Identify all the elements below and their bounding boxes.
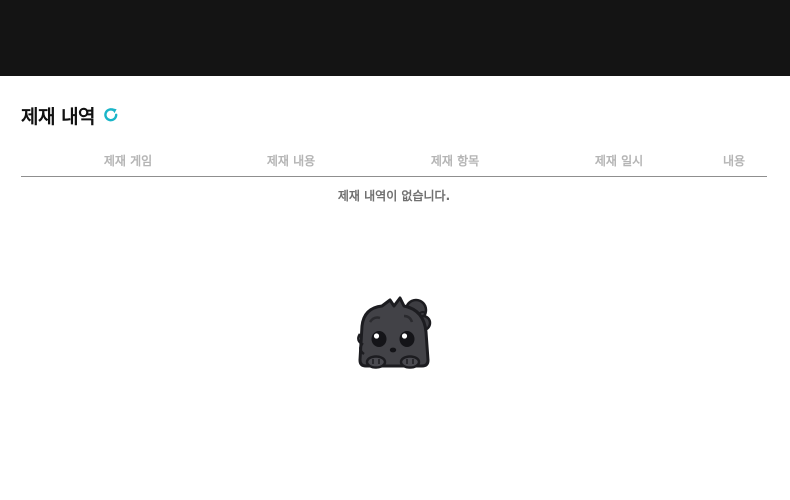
section-header: 제재 내역 — [21, 101, 120, 129]
column-header-date: 제재 일시 — [594, 154, 644, 168]
refresh-icon — [104, 108, 118, 122]
top-header-bar — [0, 0, 790, 76]
mascot-creature-icon — [357, 296, 432, 369]
column-header-detail: 내용 — [722, 154, 746, 168]
table-header-row: 제재 게임 제재 내용 제재 항목 제재 일시 내용 — [21, 148, 767, 177]
page-title: 제재 내역 — [21, 105, 96, 128]
column-header-game: 제재 게임 — [103, 154, 153, 168]
empty-state-message: 제재 내역이 없습니다. — [337, 189, 451, 203]
column-header-content: 제재 내용 — [266, 154, 316, 168]
refresh-button[interactable] — [102, 106, 120, 124]
column-header-item: 제재 항목 — [430, 154, 480, 168]
